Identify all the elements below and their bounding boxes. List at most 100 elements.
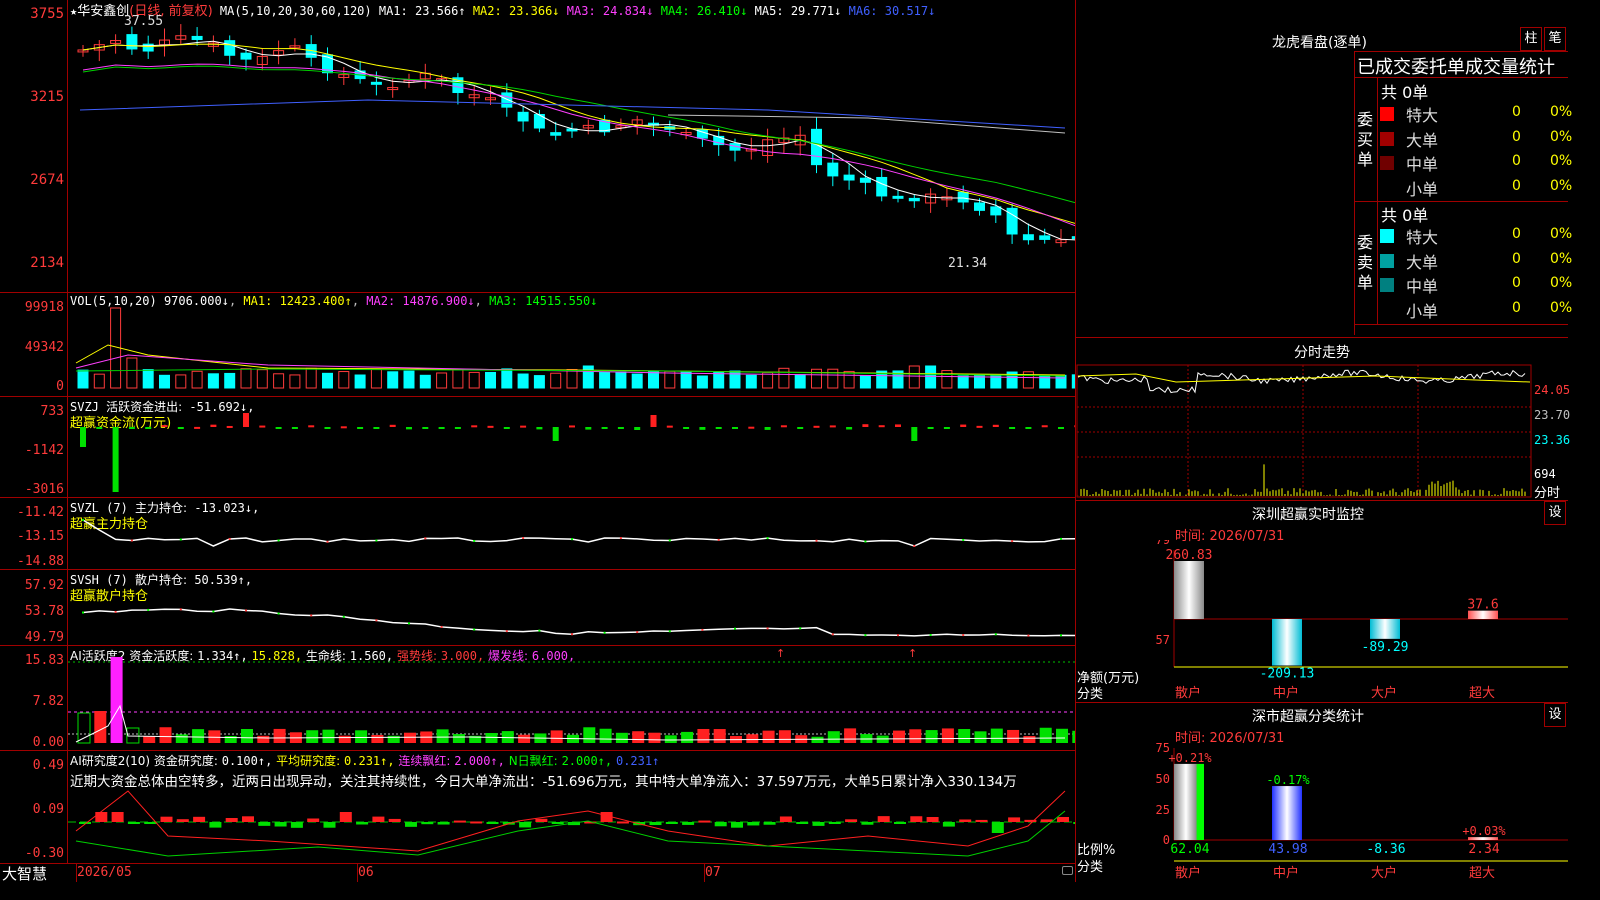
activity-bar bbox=[110, 657, 123, 743]
volume-bar bbox=[468, 371, 480, 389]
chart-area[interactable]: ★华安鑫创(日线, 前复权) MA(5,10,20,30,60,120) MA1… bbox=[0, 0, 1076, 883]
holding-dot bbox=[864, 634, 867, 637]
research-bar bbox=[421, 822, 434, 825]
order-percent: 0% bbox=[1550, 177, 1573, 194]
research-bar bbox=[356, 822, 369, 825]
activity-bar bbox=[436, 729, 449, 743]
flow-bar bbox=[911, 427, 918, 441]
holding-dot bbox=[897, 634, 899, 637]
activity-bar bbox=[958, 729, 971, 743]
research-bar bbox=[339, 812, 352, 822]
volume-bar bbox=[859, 375, 871, 389]
activity-bar bbox=[990, 728, 1003, 743]
flow-bar bbox=[471, 425, 478, 428]
volume-bar bbox=[305, 367, 317, 389]
activity-bar bbox=[941, 728, 954, 743]
volume-bar bbox=[762, 372, 774, 389]
ma2-line bbox=[82, 43, 1075, 224]
y-tick: 23.36 bbox=[1534, 433, 1571, 447]
classify-settings-button[interactable]: 设 bbox=[1544, 703, 1566, 727]
research-bar bbox=[1057, 817, 1069, 822]
flow-bar bbox=[666, 425, 673, 428]
order-count: 0 bbox=[1512, 104, 1521, 120]
research-bar bbox=[1040, 819, 1053, 822]
buy-total: 共 0单 bbox=[1381, 83, 1429, 102]
activity-bar bbox=[126, 727, 140, 744]
bar-mode-button[interactable]: 柱 bbox=[1520, 27, 1542, 51]
main-holding-line bbox=[82, 519, 1075, 547]
category-label: 散户 bbox=[1175, 685, 1201, 700]
activity-bar bbox=[241, 729, 253, 743]
research-bar bbox=[1008, 817, 1021, 822]
volume-bar bbox=[533, 375, 545, 389]
category-label: 大户 bbox=[1371, 685, 1397, 700]
y-tick: 0.49 bbox=[32, 758, 64, 773]
flow-bar bbox=[112, 427, 119, 492]
y-tick: 57.92 bbox=[24, 578, 64, 593]
flow-bar bbox=[878, 425, 885, 428]
candle-body bbox=[876, 176, 888, 197]
holding-dot bbox=[114, 610, 117, 613]
bar-change-label: -0.17% bbox=[1266, 773, 1310, 787]
flow-bar bbox=[210, 424, 217, 427]
bar-value-label: 43.98 bbox=[1268, 842, 1307, 857]
flow-bar bbox=[406, 427, 412, 430]
holding-dot bbox=[473, 539, 476, 542]
research-bar bbox=[258, 822, 271, 826]
holding-dot bbox=[668, 630, 671, 633]
order-row: 大单 0 0% bbox=[1380, 127, 1572, 151]
monitor-settings-button[interactable]: 设 bbox=[1544, 501, 1566, 525]
flow-bar bbox=[748, 426, 755, 429]
candle-body bbox=[957, 191, 969, 203]
research-bar bbox=[861, 822, 874, 825]
candle-body bbox=[240, 52, 252, 60]
category-label: 中户 bbox=[1273, 685, 1299, 700]
activity-bar bbox=[1007, 729, 1020, 743]
flow-bar bbox=[829, 425, 836, 428]
y-tick: 0.00 bbox=[32, 735, 64, 750]
holding-dot bbox=[179, 538, 182, 541]
classify-chart: 7550250+0.21%62.04散户-0.17%43.98中户-8.36大户… bbox=[1156, 741, 1568, 881]
holding-dot bbox=[130, 539, 133, 542]
holding-dot bbox=[815, 539, 818, 542]
order-type-label: 中单 bbox=[1406, 155, 1439, 174]
flow-bar bbox=[259, 425, 266, 428]
flow-bar bbox=[96, 427, 103, 429]
lock-icon[interactable] bbox=[1062, 866, 1073, 875]
line-mode-button[interactable]: 笔 bbox=[1544, 27, 1566, 51]
activity-bar bbox=[664, 735, 677, 743]
volume-bar bbox=[224, 372, 236, 389]
flow-bar bbox=[194, 426, 201, 429]
activity-bar bbox=[713, 729, 726, 743]
research-bar bbox=[763, 822, 776, 825]
date-label: 06 bbox=[358, 865, 374, 880]
intraday-frame bbox=[1076, 364, 1532, 498]
holding-dot bbox=[717, 538, 720, 541]
activity-bar bbox=[143, 736, 156, 743]
holding-dot bbox=[701, 628, 704, 631]
research-bar bbox=[274, 822, 287, 827]
order-percent: 0% bbox=[1550, 299, 1573, 316]
order-percent: 0% bbox=[1550, 275, 1573, 291]
candle-body bbox=[859, 177, 871, 183]
activity-bar bbox=[893, 730, 905, 743]
order-percent: 0% bbox=[1550, 128, 1573, 145]
research-bar bbox=[877, 816, 890, 822]
holding-dot bbox=[473, 628, 476, 631]
research-bar bbox=[616, 821, 629, 824]
category-bar bbox=[1370, 619, 1400, 639]
holding-dot bbox=[277, 612, 280, 615]
flow-bar bbox=[80, 427, 86, 447]
activity-bar bbox=[452, 734, 465, 743]
brand-logo: 大智慧 bbox=[2, 865, 48, 883]
flow-bar bbox=[846, 427, 853, 430]
flow-bar bbox=[650, 415, 657, 427]
research-bar bbox=[127, 822, 140, 824]
y-tick: -14.88 bbox=[17, 554, 64, 569]
research-bar bbox=[95, 812, 108, 822]
flow-bar bbox=[275, 427, 282, 429]
y-tick: 53.78 bbox=[24, 604, 64, 619]
y-tick: 79 bbox=[1156, 540, 1170, 547]
activity-bar bbox=[306, 730, 319, 743]
candle-body bbox=[908, 197, 920, 202]
